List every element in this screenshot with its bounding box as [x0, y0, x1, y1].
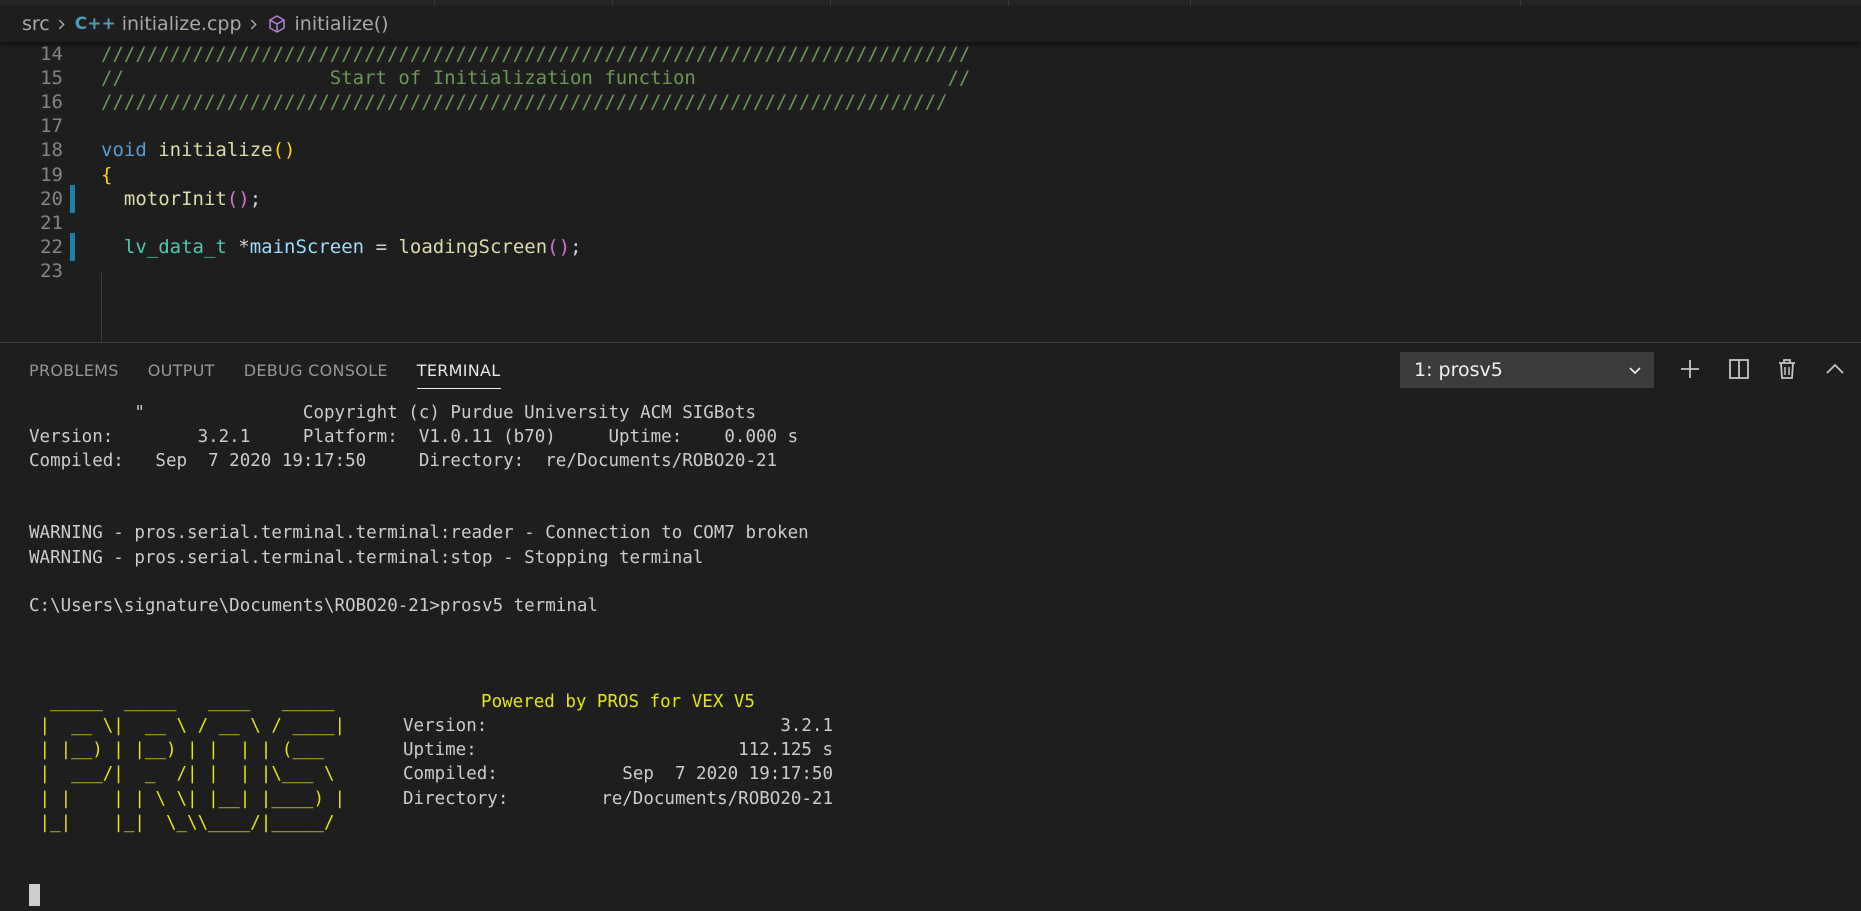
pros-info-label: Directory: — [403, 788, 509, 809]
cube-icon — [268, 15, 285, 33]
chevron-right-icon — [58, 19, 65, 29]
code-token: loadingScreen — [398, 235, 548, 258]
breadcrumb-file-label: initialize.cpp — [121, 13, 242, 35]
code-editor[interactable]: 14//////////////////////////////////////… — [0, 42, 1861, 342]
code-token: motorInit — [123, 187, 227, 210]
tab-terminal[interactable]: TERMINAL — [416, 343, 501, 393]
pros-info-row: Compiled: Sep 7 2020 19:17:50 — [403, 762, 833, 786]
chevron-right-icon — [250, 19, 257, 29]
pros-ascii-logo-line: | |__) | |__) | | | | (___ — [29, 740, 325, 761]
pros-ascii-logo-line: | __ \| __ \ / __ \ / ____| — [29, 716, 346, 737]
code-token: () — [547, 235, 571, 258]
pros-info-label: Compiled: — [403, 764, 498, 785]
split-icon[interactable] — [1727, 357, 1751, 381]
code-token: () — [226, 187, 250, 210]
code-token: { — [101, 163, 113, 186]
tab-problems[interactable]: PROBLEMS — [29, 343, 119, 393]
terminal-line: C:\Users\signature\Documents\ROBO20-21>p… — [29, 595, 598, 616]
pros-info-value: 3.2.1 — [780, 716, 833, 737]
breadcrumb-symbol-label: initialize() — [294, 13, 389, 35]
terminal-cursor — [29, 883, 40, 906]
pros-info-row: Directory: re/Documents/ROBO20-21 — [403, 787, 833, 811]
breadcrumb: src C++ initialize.cpp initialize() — [0, 6, 1861, 42]
pros-ascii-logo-line: | ___/| _ /| | | |\___ \ — [29, 764, 335, 785]
code-token: * — [226, 235, 250, 258]
code-token: ; — [570, 235, 582, 258]
code-line[interactable]: 23 — [0, 257, 1861, 285]
terminal-select[interactable]: 1: prosv5 — [1400, 352, 1654, 388]
breadcrumb-folder[interactable]: src — [22, 13, 50, 35]
terminal-line: WARNING - pros.serial.terminal.terminal:… — [29, 547, 704, 568]
terminal-select-value: 1: prosv5 — [1414, 359, 1503, 381]
pros-ascii-logo-line: | | | | \ \| |__| |____) | — [29, 788, 346, 809]
bottom-panel: PROBLEMS OUTPUT DEBUG CONSOLE TERMINAL 1… — [0, 342, 1861, 911]
code-token: ////////////////////////////////////////… — [101, 91, 948, 114]
code-token: lv_data_t — [123, 235, 227, 258]
terminal-line: " Copyright (c) Purdue University ACM SI… — [29, 403, 756, 423]
pros-info-label: Uptime: — [403, 740, 477, 761]
cpp-file-icon: C++ — [74, 14, 116, 34]
chevron-down-icon — [1629, 367, 1641, 375]
chevron-up-icon[interactable] — [1823, 357, 1847, 381]
terminal-prompt-line[interactable] — [29, 883, 1849, 907]
pros-info-row: Version: 3.2.1 — [403, 714, 833, 738]
pros-info-value: 112.125 s — [738, 740, 833, 761]
pros-ascii-logo-line: _____ _____ ____ _____ — [29, 692, 335, 713]
code-token: = — [364, 235, 399, 258]
tab-output[interactable]: OUTPUT — [148, 343, 215, 393]
pros-info-title: Powered by PROS for VEX V5 — [481, 692, 755, 713]
terminal-output[interactable]: " Copyright (c) Purdue University ACM SI… — [29, 401, 1849, 906]
code-token: mainScreen — [249, 235, 365, 258]
terminal-line: WARNING - pros.serial.terminal.terminal:… — [29, 523, 809, 544]
tab-debug-console[interactable]: DEBUG CONSOLE — [244, 343, 388, 393]
code-token: initialize — [158, 139, 273, 162]
code-token: () — [272, 139, 296, 162]
panel-tabs: PROBLEMS OUTPUT DEBUG CONSOLE TERMINAL — [0, 343, 501, 393]
line-number: 23 — [40, 259, 63, 282]
breadcrumb-file[interactable]: C++ initialize.cpp — [75, 13, 242, 35]
terminal-line: Version: 3.2.1 Platform: V1.0.11 (b70) U… — [29, 427, 799, 448]
code-token: void — [101, 139, 147, 162]
terminal-line: Compiled: Sep 7 2020 19:17:50 Directory:… — [29, 451, 778, 472]
code-token: ////////////////////////////////////////… — [101, 43, 971, 65]
pros-info-label: Version: — [403, 716, 488, 737]
breadcrumb-symbol[interactable]: initialize() — [267, 13, 389, 35]
pros-ascii-logo-line: |_| |_| \_\\____/|_____/ — [29, 812, 335, 833]
trash-icon[interactable] — [1775, 357, 1799, 381]
code-token: // Start of Initialization function // — [101, 67, 971, 90]
pros-info-value: Sep 7 2020 19:17:50 — [622, 764, 833, 785]
pros-info-row: Uptime: 112.125 s — [403, 738, 833, 762]
pros-info-block: Powered by PROS for VEX V5 Version: 3.2.1 U… — [403, 690, 833, 810]
code-token: ; — [249, 187, 262, 210]
plus-icon[interactable] — [1678, 357, 1702, 381]
pros-info-value: re/Documents/ROBO20-21 — [601, 788, 833, 809]
